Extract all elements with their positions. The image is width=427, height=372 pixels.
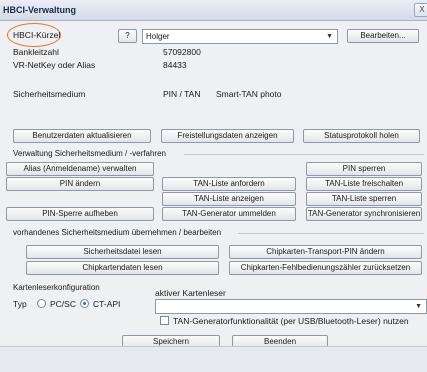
file-read-button[interactable]: Sicherheitsdatei lesen [26,245,219,259]
tan-gen-checkbox-label: TAN-Generatorfunktionalität (per USB/Blu… [173,316,409,326]
pin-unlock-button[interactable]: PIN-Sperre aufheben [6,207,154,221]
medium-label: Sicherheitsmedium [13,89,86,99]
active-reader-select[interactable]: ▼ [155,299,427,314]
user-select-value: Holger [146,32,170,41]
tan-gen-rename-button[interactable]: TAN-Generator ummelden [162,207,296,221]
chevron-down-icon: ▼ [415,303,422,310]
netkey-label: VR-NetKey oder Alias [13,60,96,70]
alias-manage-button[interactable]: Alias (Anmeldename) verwalten [6,162,154,176]
chevron-down-icon: ▼ [326,33,333,40]
edit-button[interactable]: Bearbeiten... [347,29,419,43]
reader-config-label: Kartenleserkonfiguration [13,283,100,292]
ctapi-label: CT-API [93,299,121,309]
chip-error-reset-button[interactable]: Chipkarten-Fehlbedienungszähler zurückse… [229,261,422,275]
userdata-update-button[interactable]: Benutzerdaten aktualisieren [13,129,151,143]
ctapi-radio[interactable] [80,299,89,308]
group-divider [184,154,424,155]
tan-gen-checkbox[interactable] [160,316,169,325]
user-select[interactable]: Holger ▼ [142,29,338,44]
tan-show-button[interactable]: TAN-Liste anzeigen [162,192,296,206]
exemption-show-button[interactable]: Freistellungsdaten anzeigen [161,129,294,143]
window-title: HBCI-Verwaltung [3,5,77,15]
chipdata-read-button[interactable]: Chipkartendaten lesen [26,261,219,275]
medium-extra: Smart-TAN photo [216,89,282,99]
type-label: Typ [13,299,27,309]
netkey-value: 84433 [163,60,187,70]
bankleitzahl-value: 57092800 [163,47,201,57]
group-divider [238,233,424,234]
tan-lock-button[interactable]: TAN-Liste sperren [306,192,422,206]
chip-transport-button[interactable]: Chipkarten-Transport-PIN ändern [229,245,422,259]
active-reader-label: aktiver Kartenleser [155,288,226,298]
footer-strip [0,347,427,372]
title-bar: HBCI-Verwaltung X [0,0,427,21]
close-button[interactable]: X [414,3,427,17]
hbci-window: HBCI-Verwaltung X HBCI-Kürzel ? Holger ▼… [0,0,427,372]
pin-change-button[interactable]: PIN ändern [6,177,154,191]
tan-unlock-button[interactable]: TAN-Liste freischalten [306,177,422,191]
help-button[interactable]: ? [118,29,137,43]
medium-mgmt-label: Verwaltung Sicherheitsmedium / -verfahre… [13,149,166,158]
hbci-label: HBCI-Kürzel [13,30,61,40]
medium-value: PIN / TAN [163,89,201,99]
bankleitzahl-label: Bankleitzahl [13,47,59,57]
existing-medium-label: vorhandenes Sicherheitsmedium übernehmen… [13,228,222,237]
pin-lock-button[interactable]: PIN sperren [306,162,422,176]
pcsc-label: PC/SC [50,299,76,309]
pcsc-radio[interactable] [37,299,46,308]
status-fetch-button[interactable]: Statusprotokoll holen [303,129,420,143]
tan-request-button[interactable]: TAN-Liste anfordern [162,177,296,191]
tan-gen-sync-button[interactable]: TAN-Generator synchronisieren [306,207,422,221]
